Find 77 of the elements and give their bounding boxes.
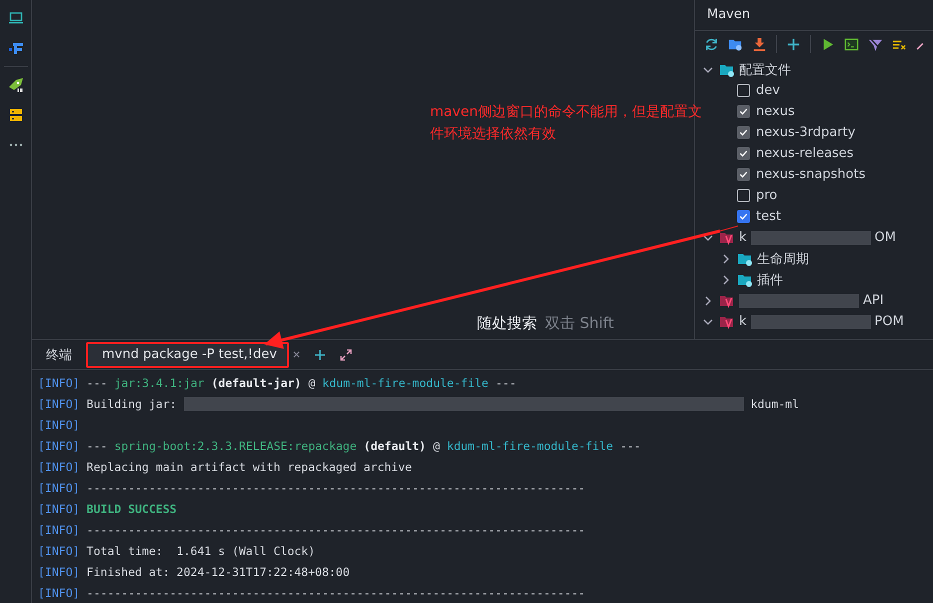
profile-label[interactable]: nexus-snapshots <box>756 167 866 182</box>
terminal-icon[interactable] <box>844 36 859 52</box>
log-level: [INFO] <box>38 396 80 410</box>
log-level: [INFO] <box>38 564 80 578</box>
terminal-tab[interactable]: mvnd package -P test,!dev <box>88 344 287 366</box>
log-level: [INFO] <box>38 502 80 516</box>
console-text: --- <box>495 376 516 390</box>
console-text: spring-boot:2.3.3.RELEASE:repackage <box>114 438 357 452</box>
add-icon[interactable] <box>314 348 326 360</box>
profile-label[interactable]: test <box>756 209 781 224</box>
console-text: (default) <box>364 438 426 452</box>
profile-label[interactable]: nexus-3rdparty <box>756 125 856 140</box>
profile-checkbox[interactable] <box>737 210 750 223</box>
tree-label[interactable]: 生命周期 <box>757 250 809 268</box>
chevron-icon[interactable] <box>721 254 731 264</box>
profile-checkbox[interactable] <box>737 189 750 202</box>
console-text: Total time: 1.641 s (Wall Clock) <box>86 544 316 558</box>
annotation-text: maven侧边窗口的命令不能用，但是配置文件环境选择依然有效 <box>430 103 703 144</box>
console-text: BUILD SUCCESS <box>86 502 177 516</box>
log-level: [INFO] <box>38 480 80 494</box>
tree-label[interactable]: 插件 <box>757 270 783 288</box>
laptop-icon[interactable] <box>8 10 24 26</box>
project-name[interactable]: POM <box>874 314 904 329</box>
panel-title: 终端 <box>45 346 73 364</box>
expand-icon[interactable] <box>340 348 352 360</box>
console-text: --- <box>86 376 108 390</box>
profile-label[interactable]: dev <box>756 83 780 98</box>
console-text: @ <box>432 438 440 452</box>
project-name[interactable]: API <box>863 293 884 308</box>
console-text: Finished at: 2024-12-31T17:22:48+08:00 <box>86 564 350 578</box>
project-name[interactable]: k <box>739 314 747 329</box>
log-level: [INFO] <box>38 418 80 432</box>
console-text: kdum-ml-fire-module-file <box>322 376 488 390</box>
panel-title: Maven <box>695 0 933 31</box>
profile-label[interactable]: pro <box>756 188 778 203</box>
close-icon[interactable] <box>292 351 300 358</box>
console-text: ------------------------------------------------------------------------ <box>86 586 586 600</box>
chevron-icon[interactable] <box>703 296 713 306</box>
console-text: Building jar: <box>86 396 177 410</box>
profile-checkbox[interactable] <box>737 105 750 118</box>
chevron-icon[interactable] <box>703 232 713 242</box>
download-icon[interactable] <box>752 36 767 52</box>
project-name[interactable]: OM <box>874 230 896 245</box>
log-level: [INFO] <box>38 438 80 452</box>
console-text: kdum-ml <box>750 396 800 410</box>
refresh-icon[interactable] <box>704 36 719 52</box>
log-level: [INFO] <box>38 544 80 558</box>
chevron-icon[interactable] <box>721 274 731 284</box>
log-level: [INFO] <box>38 460 80 474</box>
console-text: ------------------------------------------------------------------------ <box>86 480 586 494</box>
log-level: [INFO] <box>38 522 80 536</box>
project-name[interactable]: k <box>739 230 747 245</box>
console-text: --- <box>86 438 108 452</box>
profile-checkbox[interactable] <box>737 84 750 97</box>
chevron-icon[interactable] <box>703 64 713 74</box>
profile-checkbox[interactable] <box>737 126 750 139</box>
chevron-icon[interactable] <box>703 316 713 326</box>
profile-label[interactable]: nexus <box>756 104 795 119</box>
structure-icon[interactable] <box>8 40 24 56</box>
add-icon[interactable] <box>786 36 801 52</box>
console-text: --- <box>620 438 641 452</box>
console-text: jar:3.4.1:jar <box>114 376 204 390</box>
rocket-icon[interactable] <box>8 77 24 93</box>
log-level: [INFO] <box>38 376 80 390</box>
tree-label[interactable]: 配置文件 <box>739 60 791 78</box>
profile-checkbox[interactable] <box>737 168 750 181</box>
console-text: (default-jar) <box>211 376 302 390</box>
console-text: kdum-ml-fire-module-file <box>446 438 614 452</box>
shortcut-hint: 双击 Shift <box>545 314 614 332</box>
search-hint: 随处搜索 <box>477 314 537 332</box>
console-text: @ <box>308 376 316 390</box>
log-level: [INFO] <box>38 586 80 600</box>
profile-checkbox[interactable] <box>737 147 750 160</box>
database-icon[interactable] <box>8 107 24 123</box>
console-text: ------------------------------------------------------------------------ <box>86 522 586 536</box>
profile-label[interactable]: nexus-releases <box>756 146 854 161</box>
console-text: Replacing main artifact with repackaged archive <box>86 460 412 474</box>
